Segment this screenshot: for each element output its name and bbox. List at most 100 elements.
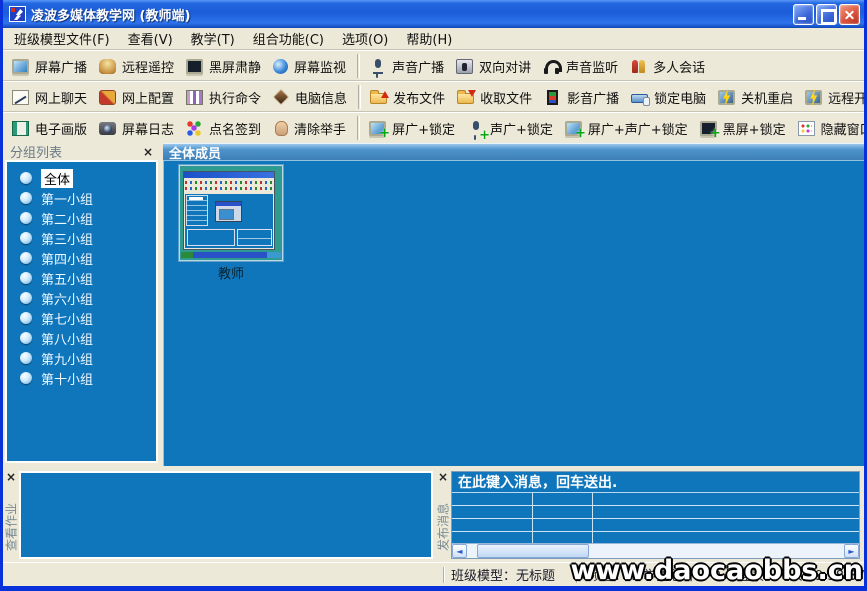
screen-broadcast-button[interactable]: 屏幕广播 — [9, 55, 96, 78]
group-list: 全体第一小组第二小组第三小组第四小组第五小组第六小组第七小组第八小组第九小组第十… — [5, 160, 158, 463]
toolbar-button-label: 网上聊天 — [35, 88, 87, 107]
group-item-4[interactable]: 第三小组 — [7, 228, 156, 248]
group-list-close-icon[interactable]: × — [143, 147, 153, 157]
close-button[interactable] — [839, 4, 860, 25]
menu-item-5[interactable]: 选项(O) — [333, 27, 397, 50]
exec-command-button[interactable]: 执行命令 — [183, 86, 270, 109]
receive-file-button[interactable]: 收取文件 — [454, 86, 541, 109]
toolbar-button-label: 发布文件 — [393, 88, 445, 107]
remote-control-icon — [99, 59, 116, 74]
toolbar-button-label: 清除举手 — [294, 119, 346, 138]
message-history-table — [452, 493, 859, 543]
group-sphere-icon — [20, 372, 32, 384]
toolbar-button-label: 锁定电脑 — [654, 88, 706, 107]
receive-file-icon — [457, 93, 474, 104]
group-item-label: 第十小组 — [41, 369, 93, 388]
lock-pc-button[interactable]: 锁定电脑 — [628, 86, 715, 109]
net-chat-button[interactable]: 网上聊天 — [9, 86, 96, 109]
pc-info-icon — [273, 89, 290, 106]
screen-log-button[interactable]: 屏幕日志 — [96, 117, 183, 140]
toolbar-button-label: 电子画版 — [35, 119, 87, 138]
group-item-5[interactable]: 第四小组 — [7, 248, 156, 268]
shutdown-restart-button[interactable]: 关机重启 — [715, 86, 802, 109]
toolbar-button-label: 隐藏窗口 — [821, 119, 867, 138]
homework-close-icon[interactable]: × — [6, 472, 16, 482]
group-sphere-icon — [20, 192, 32, 204]
toolbar-button-label: 屏幕监视 — [294, 57, 346, 76]
net-chat-icon — [12, 90, 29, 105]
member-screen-thumbnail[interactable] — [179, 165, 283, 261]
voice-lock-button[interactable]: 声广+锁定 — [464, 117, 562, 140]
group-item-label: 第五小组 — [41, 269, 93, 288]
black-screen-button[interactable]: 黑屏肃静 — [183, 55, 270, 78]
whiteboard-button[interactable]: 电子画版 — [9, 117, 96, 140]
net-config-button[interactable]: 网上配置 — [96, 86, 183, 109]
multi-talk-button[interactable]: 多人会话 — [627, 55, 714, 78]
group-list-title: 分组列表 — [10, 142, 143, 161]
group-sphere-icon — [20, 332, 32, 344]
toolbar-button-label: 影音广播 — [567, 88, 619, 107]
group-item-6[interactable]: 第五小组 — [7, 268, 156, 288]
remote-boot-button[interactable]: 远程开机 — [802, 86, 867, 109]
voice-lock-icon — [467, 121, 484, 136]
menu-item-3[interactable]: 教学(T) — [182, 27, 244, 50]
group-item-10[interactable]: 第九小组 — [7, 348, 156, 368]
menu-item-4[interactable]: 组合功能(C) — [244, 27, 333, 50]
group-item-2[interactable]: 第一小组 — [7, 188, 156, 208]
message-input[interactable]: 在此键入消息，回车送出. — [452, 472, 859, 493]
group-item-3[interactable]: 第二小组 — [7, 208, 156, 228]
menu-item-1[interactable]: 班级模型文件(F) — [5, 27, 119, 50]
menu-item-6[interactable]: 帮助(H) — [397, 27, 461, 50]
toolbar-button-label: 远程开机 — [828, 88, 867, 107]
toolbar-area: 屏幕广播远程遥控黑屏肃静 屏幕监视 声音广播双向对讲声音监听 多人会话网上聊天网上配置… — [3, 50, 864, 143]
member-item-1[interactable]: 教师 — [177, 165, 285, 282]
roll-call-button[interactable]: 点名签到 — [183, 117, 270, 140]
preview-body — [185, 194, 273, 248]
voice-broadcast-button[interactable]: 声音广播 — [366, 55, 453, 78]
screen-voice-lock-button[interactable]: 屏广+声广+锁定 — [562, 117, 697, 140]
av-broadcast-button[interactable]: 影音广播 — [541, 86, 628, 109]
toolbar-separator — [357, 116, 360, 140]
scroll-left-icon[interactable]: ◄ — [452, 544, 467, 558]
group-list-panel: 分组列表 × 全体第一小组第二小组第三小组第四小组第五小组第六小组第七小组第八小… — [3, 143, 160, 466]
group-sphere-icon — [20, 252, 32, 264]
pc-info-button[interactable]: 电脑信息 — [270, 86, 356, 109]
preview-toolbar — [184, 178, 274, 192]
group-item-label: 第七小组 — [41, 309, 93, 328]
hide-window-button[interactable]: 隐藏窗口 — [795, 117, 867, 140]
remote-boot-icon — [805, 90, 822, 105]
message-close-icon[interactable]: × — [438, 472, 448, 482]
toolbar-button-label: 屏广+锁定 — [392, 119, 455, 138]
group-item-7[interactable]: 第六小组 — [7, 288, 156, 308]
group-item-1[interactable]: 全体 — [7, 168, 156, 188]
hide-window-icon — [798, 121, 815, 136]
group-item-8[interactable]: 第七小组 — [7, 308, 156, 328]
member-name-label: 教师 — [218, 263, 244, 282]
preview-group-list — [186, 195, 208, 226]
screencast-lock-button[interactable]: 屏广+锁定 — [366, 117, 464, 140]
group-item-9[interactable]: 第八小组 — [7, 328, 156, 348]
preview-taskbar — [181, 252, 281, 258]
group-item-11[interactable]: 第十小组 — [7, 368, 156, 388]
toolbar-row-1: 屏幕广播远程遥控黑屏肃静 屏幕监视 声音广播双向对讲声音监听 多人会话 — [3, 50, 864, 81]
av-broadcast-icon — [547, 90, 558, 105]
multi-talk-icon — [630, 59, 647, 74]
minimize-button[interactable] — [793, 4, 814, 25]
remote-control-button[interactable]: 远程遥控 — [96, 55, 183, 78]
exec-command-icon — [186, 90, 203, 105]
preview-bottom-right — [237, 229, 272, 246]
screen-log-icon — [99, 122, 116, 135]
group-sphere-icon — [20, 172, 32, 184]
panels-region: 分组列表 × 全体第一小组第二小组第三小组第四小组第五小组第六小组第七小组第八小… — [3, 143, 864, 466]
menu-item-2[interactable]: 查看(V) — [119, 27, 182, 50]
voice-monitor-button[interactable]: 声音监听 — [540, 55, 627, 78]
blackscreen-lock-button[interactable]: 黑屏+锁定 — [697, 117, 795, 140]
maximize-button[interactable] — [816, 4, 837, 25]
toolbar-button-label: 屏幕广播 — [35, 57, 87, 76]
send-file-button[interactable]: 发布文件 — [367, 86, 454, 109]
screen-watch-button[interactable]: 屏幕监视 — [270, 55, 355, 78]
intercom-button[interactable]: 双向对讲 — [453, 55, 540, 78]
clear-hands-button[interactable]: 清除举手 — [270, 117, 355, 140]
toolbar-button-label: 多人会话 — [653, 57, 705, 76]
toolbar-button-label: 屏广+声广+锁定 — [588, 119, 688, 138]
